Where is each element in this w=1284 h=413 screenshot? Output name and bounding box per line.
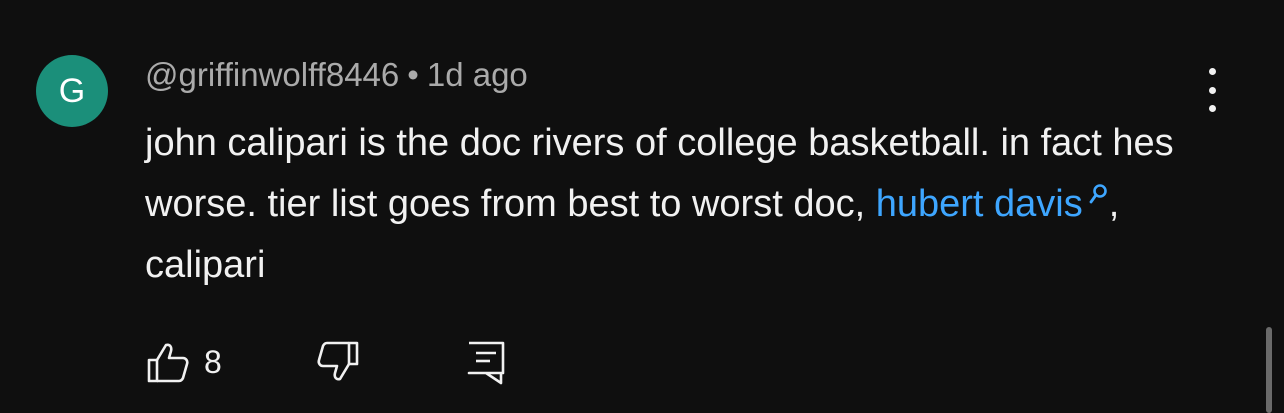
thumbs-up-icon: [147, 343, 189, 383]
reply-button[interactable]: [466, 340, 506, 391]
comment-actions: 8: [146, 340, 546, 386]
avatar-initial: G: [58, 72, 86, 110]
search-icon: [1089, 184, 1107, 204]
avatar[interactable]: G: [36, 55, 108, 127]
thumbs-down-icon: [317, 341, 359, 381]
search-link[interactable]: hubert davis: [876, 183, 1109, 225]
meta-separator: •: [407, 56, 419, 93]
scrollbar[interactable]: [1266, 327, 1272, 413]
more-options-button[interactable]: [1194, 68, 1230, 112]
comment-text: john calipari is the doc rivers of colle…: [145, 113, 1205, 296]
search-link-label: hubert davis: [875, 183, 1083, 225]
dislike-button[interactable]: [316, 340, 360, 389]
author-name[interactable]: @griffinwolff8446: [145, 56, 399, 93]
comment-header: @griffinwolff8446 • 1d ago: [145, 56, 528, 94]
like-count: 8: [204, 344, 222, 380]
comment-timestamp[interactable]: 1d ago: [427, 56, 528, 93]
like-button[interactable]: [146, 340, 190, 389]
comment-thread-item: G @griffinwolff8446 • 1d ago john calipari…: [0, 0, 1284, 413]
more-vert-icon: [1208, 68, 1216, 75]
reply-icon: [467, 341, 505, 385]
